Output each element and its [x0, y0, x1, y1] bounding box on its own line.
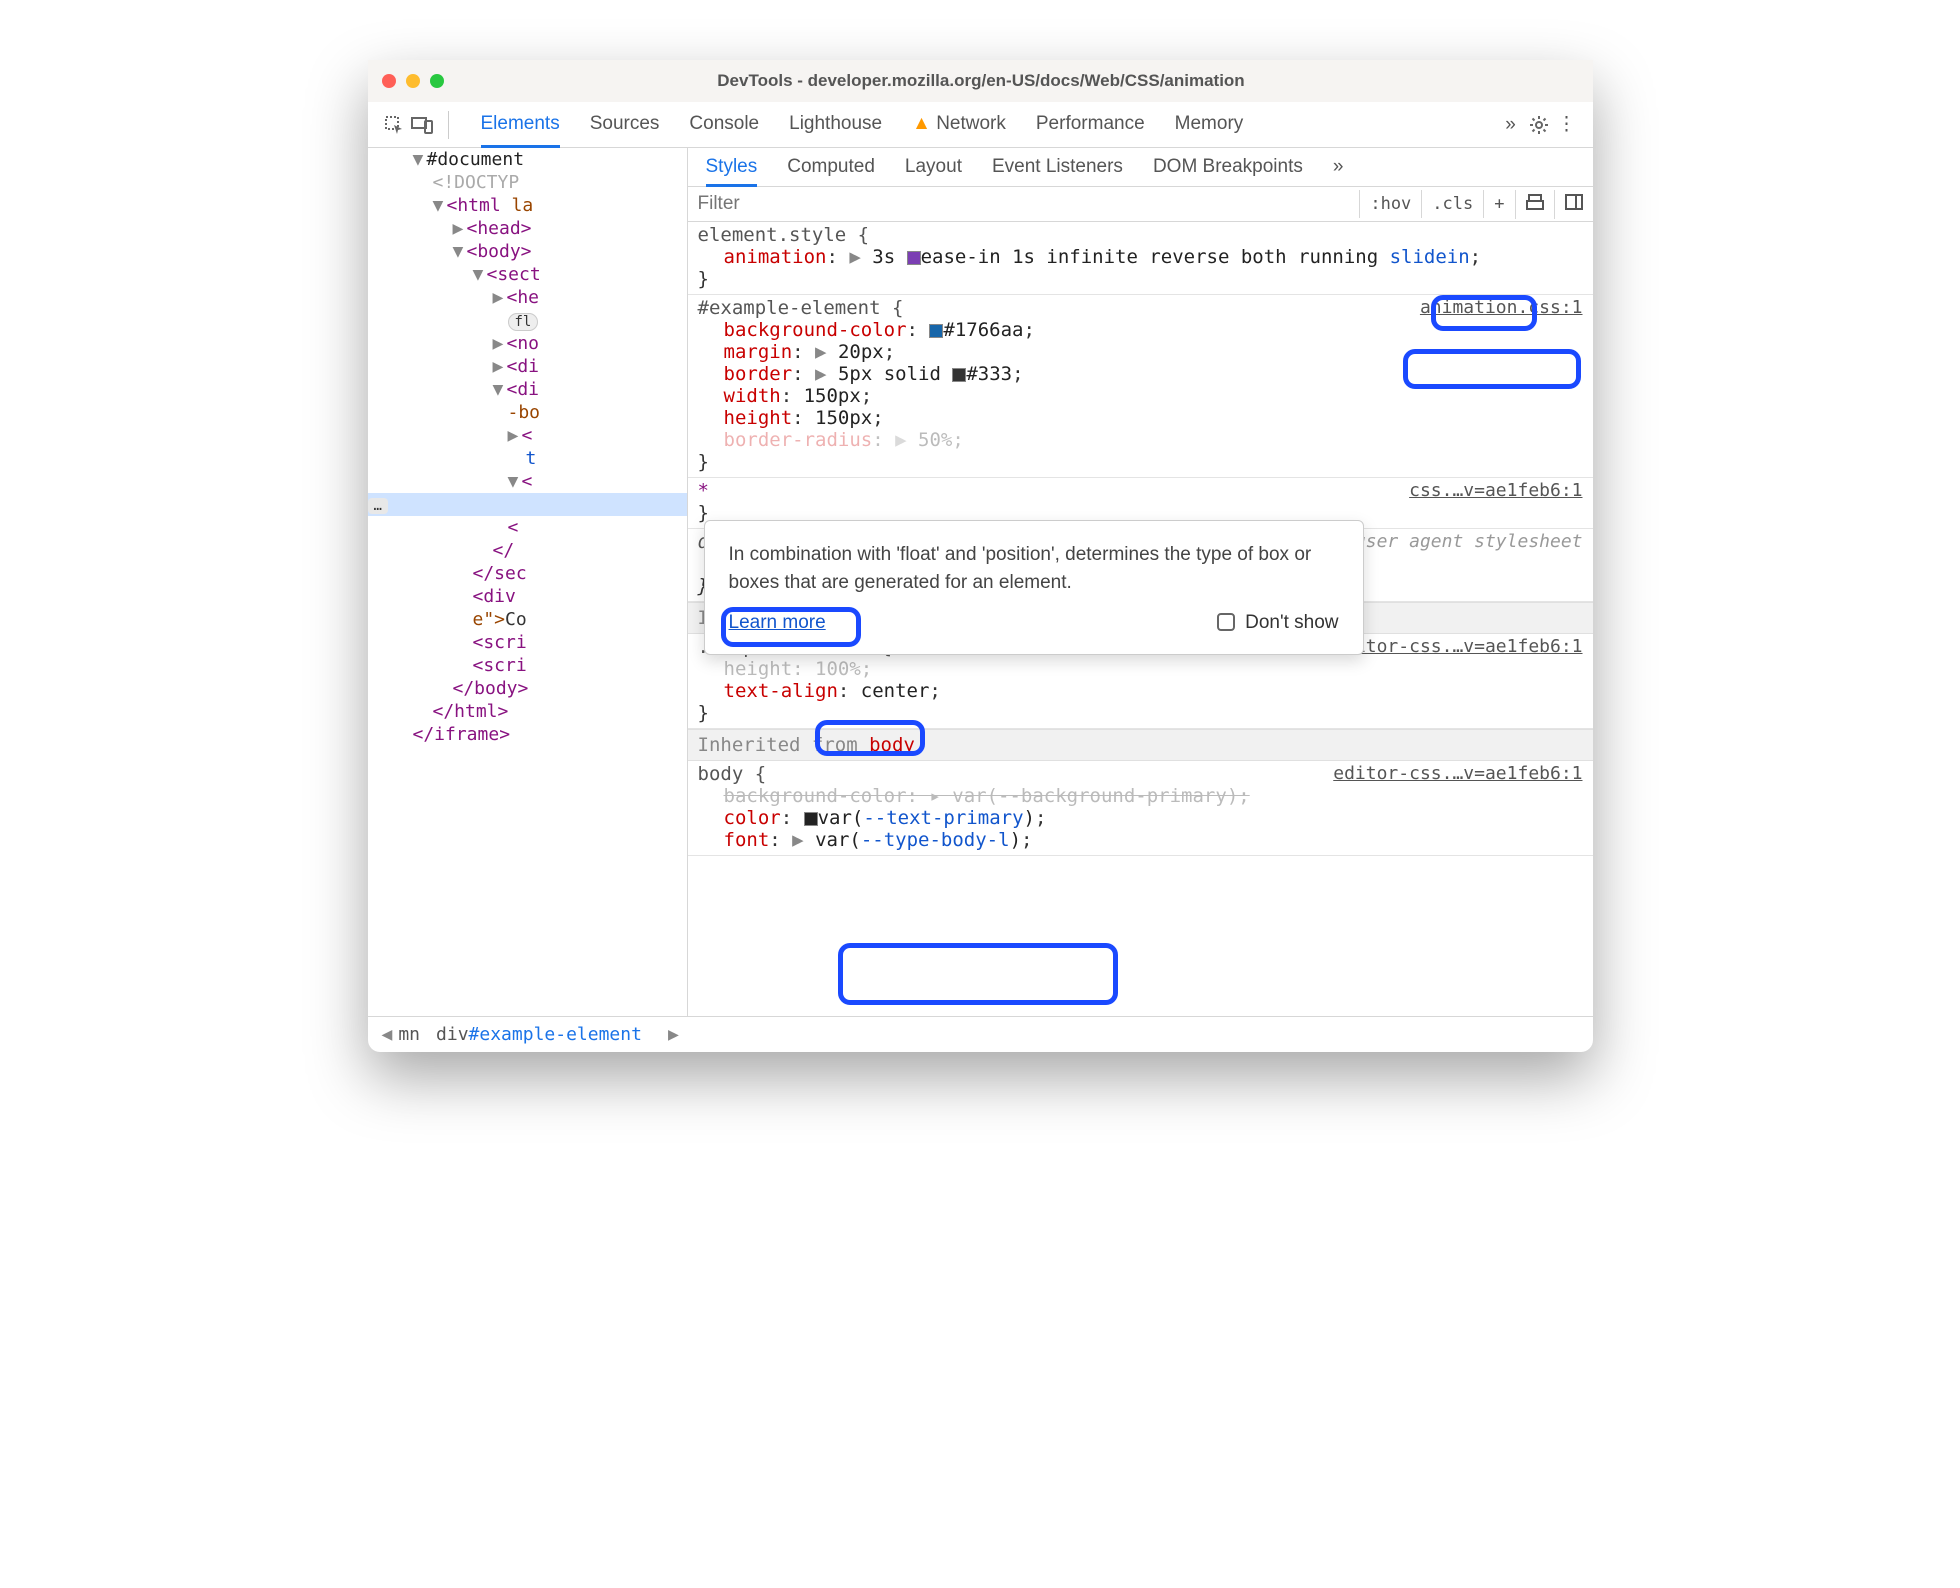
dom-tree[interactable]: ▼#document <!DOCTYP ▼<html la ▶<head> ▼<… — [368, 148, 688, 1016]
tab-dom-breakpoints[interactable]: DOM Breakpoints — [1153, 156, 1303, 178]
css-var-link[interactable]: --text-primary — [863, 807, 1023, 829]
dom-node[interactable]: <he — [507, 287, 540, 308]
inspect-icon[interactable] — [380, 111, 408, 139]
property-tooltip: In combination with 'float' and 'positio… — [704, 520, 1364, 655]
tab-event-listeners[interactable]: Event Listeners — [992, 156, 1123, 178]
window-titlebar: DevTools - developer.mozilla.org/en-US/d… — [368, 60, 1593, 102]
hov-button[interactable]: :hov — [1359, 190, 1421, 218]
source-link[interactable]: editor-css.…v=ae1feb6:1 — [1333, 763, 1582, 784]
rule-example-element[interactable]: animation.css:1 #example-element { backg… — [688, 295, 1593, 478]
source-link[interactable]: editor-css.…v=ae1feb6:1 — [1333, 636, 1582, 657]
checkbox-icon[interactable] — [1217, 613, 1235, 631]
color-swatch[interactable] — [929, 324, 943, 338]
dom-head[interactable]: <head> — [467, 218, 532, 239]
ellipsis-badge[interactable]: … — [368, 498, 388, 514]
filter-input[interactable] — [688, 187, 1360, 221]
maximize-icon[interactable] — [430, 74, 444, 88]
rule-element-style[interactable]: element.style { animation: ▶ 3s ease-in … — [688, 222, 1593, 295]
tooltip-text: In combination with 'float' and 'positio… — [729, 541, 1339, 596]
tab-sources[interactable]: Sources — [590, 113, 660, 136]
dom-section[interactable]: <sect — [487, 264, 541, 285]
window-controls — [382, 74, 444, 88]
inherited-from-body: Inherited from body — [688, 729, 1593, 761]
minimize-icon[interactable] — [406, 74, 420, 88]
tab-styles[interactable]: Styles — [706, 156, 758, 187]
css-var-link[interactable]: --type-body-l — [861, 829, 1010, 851]
bezier-icon[interactable] — [907, 251, 921, 265]
dont-show-checkbox[interactable]: Don't show — [1217, 612, 1338, 634]
tab-performance[interactable]: Performance — [1036, 113, 1145, 136]
dom-node[interactable]: <di — [507, 356, 540, 377]
dom-document[interactable]: #document — [427, 149, 525, 170]
tab-network[interactable]: ▲ Network — [912, 113, 1006, 136]
ua-stylesheet-label: user agent stylesheet — [1355, 531, 1583, 552]
add-rule-icon[interactable]: + — [1483, 190, 1514, 218]
tab-console[interactable]: Console — [689, 113, 759, 136]
main-toolbar: Elements Sources Console Lighthouse ▲ Ne… — [368, 102, 1593, 148]
chevron-right-icon[interactable]: ▶ — [662, 1024, 685, 1045]
tab-layout[interactable]: Layout — [905, 156, 962, 178]
dom-selected-row[interactable]: … — [368, 493, 687, 516]
dom-node[interactable]: <no — [507, 333, 540, 354]
rule-body[interactable]: editor-css.…v=ae1feb6:1 body { backgroun… — [688, 761, 1593, 856]
more-tabs-icon[interactable]: » — [1333, 156, 1344, 178]
dom-node[interactable]: <di — [507, 379, 540, 400]
source-link[interactable]: css.…v=ae1feb6:1 — [1409, 480, 1582, 501]
warning-icon: ▲ — [912, 113, 931, 134]
chevron-left-icon[interactable]: ◀ — [376, 1024, 399, 1045]
color-swatch[interactable] — [952, 368, 966, 382]
source-link[interactable]: animation.css:1 — [1420, 297, 1583, 318]
more-tabs-icon[interactable]: » — [1497, 111, 1525, 139]
kebab-icon[interactable]: ⋮ — [1553, 111, 1581, 139]
learn-more-link[interactable]: Learn more — [729, 612, 826, 634]
window-title: DevTools - developer.mozilla.org/en-US/d… — [444, 71, 1519, 91]
tab-memory[interactable]: Memory — [1175, 113, 1244, 136]
device-icon[interactable] — [408, 111, 436, 139]
dom-doctype[interactable]: <!DOCTYP — [433, 172, 520, 193]
tab-lighthouse[interactable]: Lighthouse — [789, 113, 882, 136]
body-element-link[interactable]: body — [869, 734, 915, 756]
cls-button[interactable]: .cls — [1421, 190, 1483, 218]
breadcrumb[interactable]: ◀ mn div#example-element ▶ — [368, 1016, 1593, 1052]
print-icon[interactable] — [1515, 190, 1554, 219]
tab-computed[interactable]: Computed — [787, 156, 875, 178]
panel-icon[interactable] — [1554, 190, 1593, 219]
settings-icon[interactable] — [1525, 111, 1553, 139]
color-swatch[interactable] — [804, 812, 818, 826]
tab-elements[interactable]: Elements — [481, 113, 560, 148]
animation-name-link[interactable]: slidein — [1390, 246, 1470, 268]
close-icon[interactable] — [382, 74, 396, 88]
dom-badge[interactable]: fl — [508, 313, 539, 331]
dom-body[interactable]: <body> — [467, 241, 532, 262]
